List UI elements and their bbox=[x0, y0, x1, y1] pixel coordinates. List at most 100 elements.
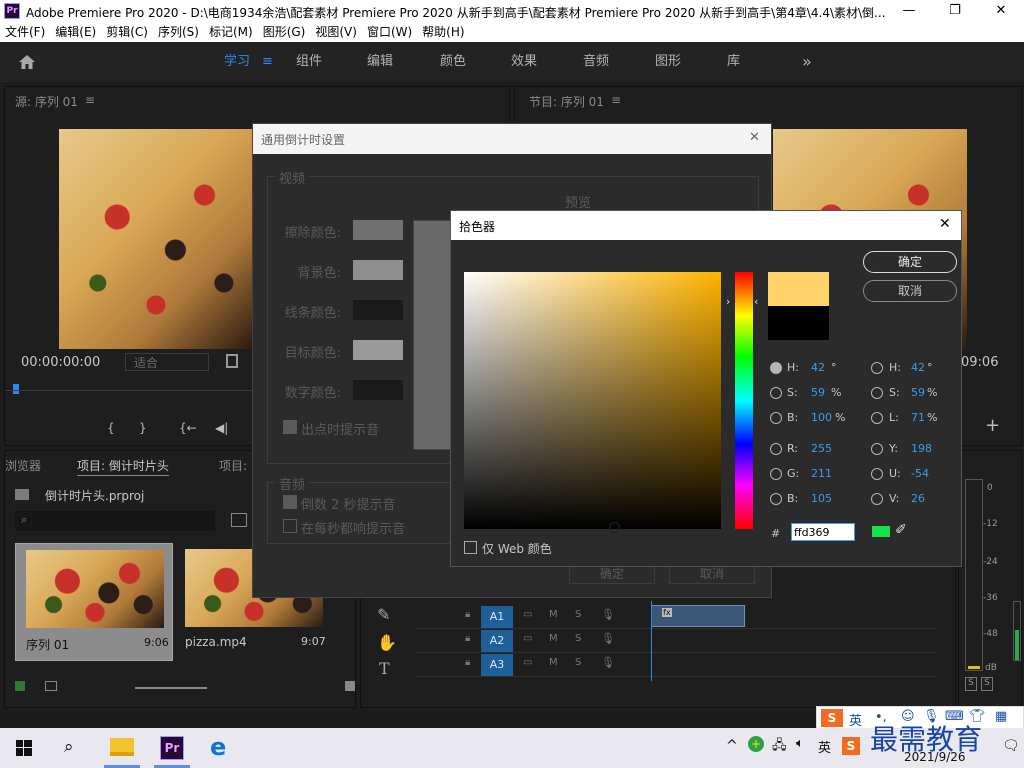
restore-button[interactable]: ❐ bbox=[932, 0, 978, 22]
pen-icon[interactable]: ✎ bbox=[377, 605, 390, 624]
gamut-warning-swatch[interactable] bbox=[872, 526, 890, 537]
lock-icon[interactable] bbox=[15, 681, 25, 691]
rgb-r-value[interactable]: 255 bbox=[811, 442, 832, 455]
sogou-tray-icon[interactable]: S bbox=[842, 737, 860, 755]
microphone-icon[interactable]: 🎙︎ bbox=[601, 656, 615, 669]
yuv-y-value[interactable]: 198 bbox=[911, 442, 932, 455]
original-color-swatch[interactable] bbox=[768, 306, 829, 340]
radio-rgb-r[interactable] bbox=[770, 443, 782, 455]
menu-view[interactable]: 视图(V) bbox=[310, 22, 362, 42]
home-icon[interactable] bbox=[18, 54, 36, 70]
hsb-s-value[interactable]: 59 bbox=[811, 386, 825, 399]
source-timecode[interactable]: 00:00:00:00 bbox=[21, 355, 100, 370]
background-color-swatch[interactable] bbox=[353, 260, 403, 280]
source-panel-menu-icon[interactable]: ≡ bbox=[85, 93, 95, 107]
settings-icon[interactable] bbox=[226, 354, 238, 368]
minimize-button[interactable]: — bbox=[886, 0, 932, 22]
edge-browser-icon[interactable]: e bbox=[210, 733, 226, 761]
wipe-color-swatch[interactable] bbox=[353, 220, 403, 240]
yuv-u-value[interactable]: -54 bbox=[911, 467, 929, 480]
workspace-menu-icon[interactable]: ≡ bbox=[262, 42, 273, 82]
countdown-close-button[interactable]: ✕ bbox=[749, 130, 760, 145]
new-bin-icon[interactable] bbox=[231, 513, 247, 527]
workspace-tab-libraries[interactable]: 库 bbox=[727, 42, 740, 82]
workspace-tab-audio[interactable]: 音频 bbox=[583, 42, 609, 82]
hue-slider[interactable] bbox=[735, 272, 753, 529]
audio-clip[interactable]: fx bbox=[651, 605, 745, 627]
ime-language-toggle[interactable]: 英 bbox=[849, 710, 862, 729]
microphone-icon[interactable]: 🎙︎ bbox=[601, 632, 615, 645]
track-label[interactable]: A1 bbox=[481, 606, 513, 628]
zoom-slider[interactable] bbox=[135, 687, 207, 689]
eyedropper-icon[interactable]: ✐ bbox=[895, 522, 907, 538]
start-icon[interactable] bbox=[16, 740, 32, 756]
menu-markers[interactable]: 标记(M) bbox=[204, 22, 258, 42]
picker-close-button[interactable]: ✕ bbox=[939, 216, 951, 232]
tray-language-indicator[interactable]: 英 bbox=[818, 737, 831, 756]
mark-out-button[interactable]: } bbox=[139, 421, 147, 435]
menu-sequence[interactable]: 序列(S) bbox=[153, 22, 204, 42]
cue-2s-checkbox[interactable] bbox=[283, 495, 297, 509]
radio-hsl-h[interactable] bbox=[871, 362, 883, 374]
hand-icon[interactable]: ✋ bbox=[377, 633, 397, 652]
rgb-b-value[interactable]: 105 bbox=[811, 492, 832, 505]
track-label[interactable]: A3 bbox=[481, 654, 513, 676]
yuv-v-value[interactable]: 26 bbox=[911, 492, 925, 505]
track-output-icon[interactable]: ▭ bbox=[523, 633, 532, 644]
menu-file[interactable]: 文件(F) bbox=[0, 22, 50, 42]
project-tab[interactable]: 项目: 倒计时片头 bbox=[77, 457, 169, 476]
hue-slider-right-arrow[interactable]: ‹ bbox=[754, 295, 758, 308]
cue-out-checkbox[interactable] bbox=[283, 420, 297, 434]
hsl-h-value[interactable]: 42 bbox=[911, 361, 925, 374]
source-playhead[interactable] bbox=[13, 384, 19, 394]
media-browser-tab[interactable]: 浏览器 bbox=[5, 457, 41, 474]
track-output-icon[interactable]: ▭ bbox=[523, 609, 532, 620]
cue-every-checkbox[interactable] bbox=[283, 519, 297, 533]
radio-yuv-y[interactable] bbox=[871, 443, 883, 455]
number-color-swatch[interactable] bbox=[353, 380, 403, 400]
type-icon[interactable]: T bbox=[379, 659, 390, 678]
radio-yuv-v[interactable] bbox=[871, 493, 883, 505]
radio-hsb-b[interactable] bbox=[770, 412, 782, 424]
volume-icon[interactable]: 🔈︎ bbox=[796, 736, 804, 751]
menu-graphics[interactable]: 图形(G) bbox=[258, 22, 311, 42]
close-window-button[interactable]: ✕ bbox=[978, 0, 1024, 22]
web-colors-checkbox[interactable] bbox=[464, 541, 477, 554]
tray-app-icon[interactable]: + bbox=[748, 736, 764, 752]
premiere-taskbar-icon[interactable]: Pr bbox=[160, 736, 184, 760]
picker-ok-button[interactable]: 确定 bbox=[863, 251, 957, 273]
workspace-tab-graphics[interactable]: 图形 bbox=[655, 42, 681, 82]
project-search-input[interactable]: ⌕ bbox=[15, 511, 215, 531]
color-field-cursor[interactable] bbox=[609, 522, 620, 533]
radio-yuv-u[interactable] bbox=[871, 468, 883, 480]
source-zoom-dropdown[interactable]: 适合 bbox=[125, 353, 209, 371]
picker-cancel-button[interactable]: 取消 bbox=[863, 280, 957, 302]
workspace-tab-editing[interactable]: 编辑 bbox=[367, 42, 393, 82]
countdown-ok-button[interactable]: 确定 bbox=[569, 564, 655, 584]
mute-button[interactable]: M bbox=[549, 609, 558, 620]
tray-expand-icon[interactable]: ^ bbox=[726, 738, 738, 754]
add-button-icon[interactable]: + bbox=[985, 415, 1000, 436]
countdown-cancel-button[interactable]: 取消 bbox=[669, 564, 755, 584]
track-lock-icon[interactable]: 🔒︎ bbox=[465, 633, 470, 644]
microphone-icon[interactable]: 🎙︎ bbox=[601, 608, 615, 621]
program-monitor-title[interactable]: 节目: 序列 01 bbox=[529, 93, 604, 110]
radio-hsb-h[interactable] bbox=[770, 362, 782, 374]
network-icon[interactable]: 🖧︎ bbox=[772, 736, 787, 758]
rgb-g-value[interactable]: 211 bbox=[811, 467, 832, 480]
workspace-more-icon[interactable]: » bbox=[802, 42, 812, 82]
file-explorer-icon[interactable] bbox=[110, 738, 134, 756]
project-item-sequence[interactable]: 序列 01 9:06 bbox=[15, 543, 173, 661]
track-output-icon[interactable]: ▭ bbox=[523, 657, 532, 668]
radio-hsb-s[interactable] bbox=[770, 387, 782, 399]
radio-rgb-b[interactable] bbox=[770, 493, 782, 505]
saturation-brightness-field[interactable] bbox=[464, 272, 721, 529]
solo-left-button[interactable]: S bbox=[965, 677, 977, 691]
solo-button[interactable]: S bbox=[575, 657, 581, 668]
menu-window[interactable]: 窗口(W) bbox=[362, 22, 417, 42]
notification-icon[interactable]: 🗨︎ bbox=[1002, 738, 1020, 754]
project-tab-2[interactable]: 项目: bbox=[219, 457, 247, 474]
radio-hsl-l[interactable] bbox=[871, 412, 883, 424]
solo-button[interactable]: S bbox=[575, 609, 581, 620]
hsb-h-value[interactable]: 42 bbox=[811, 361, 825, 374]
